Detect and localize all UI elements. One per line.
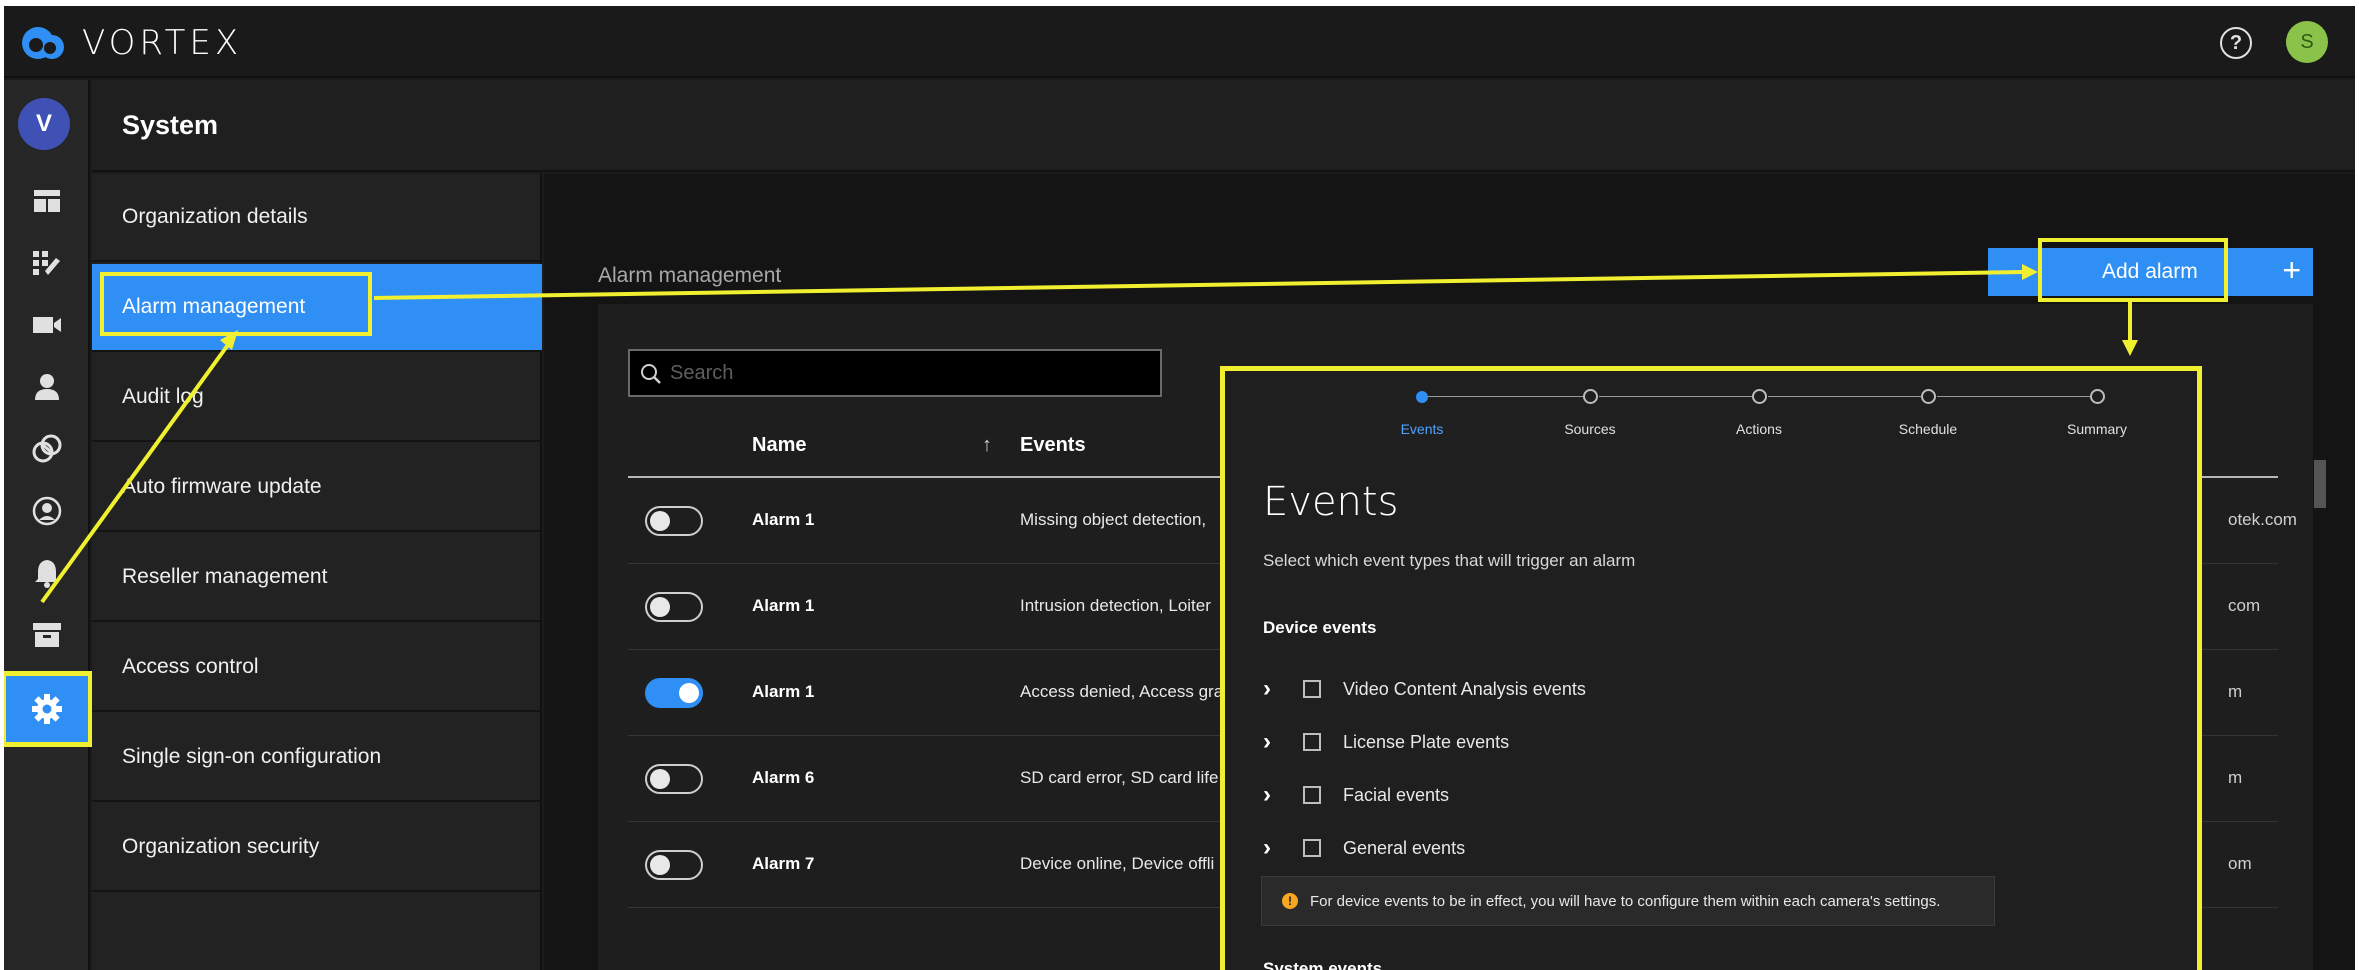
event-checkbox[interactable] — [1303, 839, 1321, 857]
event-category-row[interactable]: › Facial events — [1263, 781, 1449, 809]
enable-toggle[interactable] — [645, 592, 703, 622]
device-events-heading: Device events — [1263, 618, 1377, 637]
step-dot-schedule[interactable] — [1921, 389, 1936, 404]
event-category-label: Facial events — [1343, 784, 1450, 805]
cloud-logo-icon — [22, 27, 64, 59]
scrollbar[interactable] — [2314, 460, 2326, 508]
org-avatar[interactable]: V — [18, 98, 70, 150]
alarm-recipient: m — [2228, 768, 2243, 787]
archive-icon[interactable] — [30, 618, 64, 652]
bell-icon[interactable] — [30, 556, 64, 590]
event-category-row[interactable]: › General events — [1263, 834, 1465, 862]
stepper-line — [1937, 396, 2090, 397]
event-checkbox[interactable] — [1303, 680, 1321, 698]
stepper-line — [1768, 396, 1921, 397]
step-dot-summary[interactable] — [2090, 389, 2105, 404]
brand-name: VORTEX — [82, 23, 243, 63]
enable-toggle[interactable] — [645, 506, 703, 536]
wizard-subtitle: Select which event types that will trigg… — [1263, 551, 1636, 570]
step-label-events[interactable]: Events — [1362, 421, 1482, 437]
alarm-name: Alarm 7 — [752, 854, 815, 873]
menu-item-auto-firmware-update[interactable]: Auto firmware update — [92, 444, 542, 532]
info-note-text: For device events to be in effect, you w… — [1310, 892, 1941, 910]
info-note: ! For device events to be in effect, you… — [1261, 876, 1995, 926]
event-category-label: General events — [1343, 837, 1466, 858]
alarm-recipient: m — [2228, 682, 2243, 701]
menu-item-organization-security[interactable]: Organization security — [92, 804, 542, 892]
event-category-row[interactable]: › Video Content Analysis events — [1263, 675, 1586, 703]
search-placeholder: Search — [670, 362, 734, 384]
chevron-right-icon[interactable]: › — [1263, 834, 1293, 862]
devices-icon[interactable] — [30, 246, 64, 280]
system-header: System — [92, 80, 2355, 172]
plus-icon: + — [2282, 252, 2301, 288]
step-label-summary[interactable]: Summary — [2037, 421, 2157, 437]
account-icon[interactable] — [30, 494, 64, 528]
annotation-highlight-add — [2038, 238, 2228, 302]
enable-toggle[interactable] — [645, 850, 703, 880]
alarm-events: Intrusion detection, Loiter — [1020, 596, 1211, 615]
step-label-actions[interactable]: Actions — [1699, 421, 1819, 437]
search-icon — [641, 364, 661, 384]
sort-arrow-icon[interactable]: ↑ — [982, 434, 992, 457]
alarm-events: Device online, Device offli — [1020, 854, 1215, 873]
alarm-name: Alarm 6 — [752, 768, 815, 787]
column-name[interactable]: Name — [752, 434, 806, 457]
alarm-name: Alarm 1 — [752, 682, 815, 701]
event-checkbox[interactable] — [1303, 786, 1321, 804]
alarm-recipient: om — [2228, 854, 2252, 873]
search-input[interactable]: Search — [628, 349, 1162, 397]
enable-toggle[interactable] — [645, 764, 703, 794]
camera-icon[interactable] — [30, 308, 64, 342]
stepper-line — [1599, 396, 1752, 397]
step-dot-actions[interactable] — [1752, 389, 1767, 404]
alarm-events: SD card error, SD card life — [1020, 768, 1219, 787]
annotation-highlight-menu — [100, 272, 372, 336]
app-window: VORTEX ? S V System Organization details… — [4, 6, 2355, 970]
menu-item-audit-log[interactable]: Audit log — [92, 354, 542, 442]
left-rail: V — [4, 80, 93, 970]
analytics-icon[interactable] — [30, 432, 64, 466]
alarm-events: Access denied, Access gra — [1020, 682, 1224, 701]
menu-item-access-control[interactable]: Access control — [92, 624, 542, 712]
settings-menu: Organization details Alarm management Au… — [92, 174, 542, 970]
alarm-recipient: com — [2228, 596, 2261, 615]
top-bar: VORTEX ? S — [4, 6, 2355, 78]
event-category-label: License Plate events — [1343, 731, 1510, 752]
menu-item-organization-details[interactable]: Organization details — [92, 174, 542, 262]
page-title: System — [122, 110, 219, 140]
chevron-right-icon[interactable]: › — [1263, 675, 1293, 703]
alarm-name: Alarm 1 — [752, 510, 815, 529]
chevron-right-icon[interactable]: › — [1263, 781, 1293, 809]
brand-logo[interactable]: VORTEX — [16, 22, 242, 64]
user-avatar[interactable]: S — [2286, 21, 2328, 63]
alarm-events: Missing object detection, — [1020, 510, 1207, 529]
chevron-right-icon[interactable]: › — [1263, 728, 1293, 756]
add-alarm-wizard: Events Sources Actions Schedule Summary … — [1220, 366, 2202, 970]
enable-toggle[interactable] — [645, 678, 703, 708]
step-dot-events[interactable] — [1416, 391, 1428, 403]
info-icon: ! — [1282, 893, 1298, 909]
event-checkbox[interactable] — [1303, 733, 1321, 751]
alarm-recipient: otek.com — [2228, 510, 2297, 529]
event-category-label: Video Content Analysis events — [1343, 678, 1586, 699]
event-category-row[interactable]: › License Plate events — [1263, 728, 1509, 756]
system-events-heading: System events — [1263, 959, 1383, 970]
step-label-sources[interactable]: Sources — [1530, 421, 1650, 437]
user-icon[interactable] — [30, 370, 64, 404]
gear-icon — [32, 694, 62, 724]
dashboard-icon[interactable] — [30, 184, 64, 218]
step-dot-sources[interactable] — [1583, 389, 1598, 404]
help-icon[interactable]: ? — [2220, 27, 2252, 59]
settings-button[interactable] — [4, 671, 93, 747]
step-label-schedule[interactable]: Schedule — [1868, 421, 1988, 437]
column-events[interactable]: Events — [1020, 434, 1086, 457]
section-label: Alarm management — [598, 264, 782, 287]
alarm-name: Alarm 1 — [752, 596, 815, 615]
menu-item-reseller-management[interactable]: Reseller management — [92, 534, 542, 622]
menu-item-single-sign-on[interactable]: Single sign-on configuration — [92, 714, 542, 802]
stepper-line — [1428, 396, 1583, 397]
wizard-title: Events — [1263, 479, 1399, 525]
